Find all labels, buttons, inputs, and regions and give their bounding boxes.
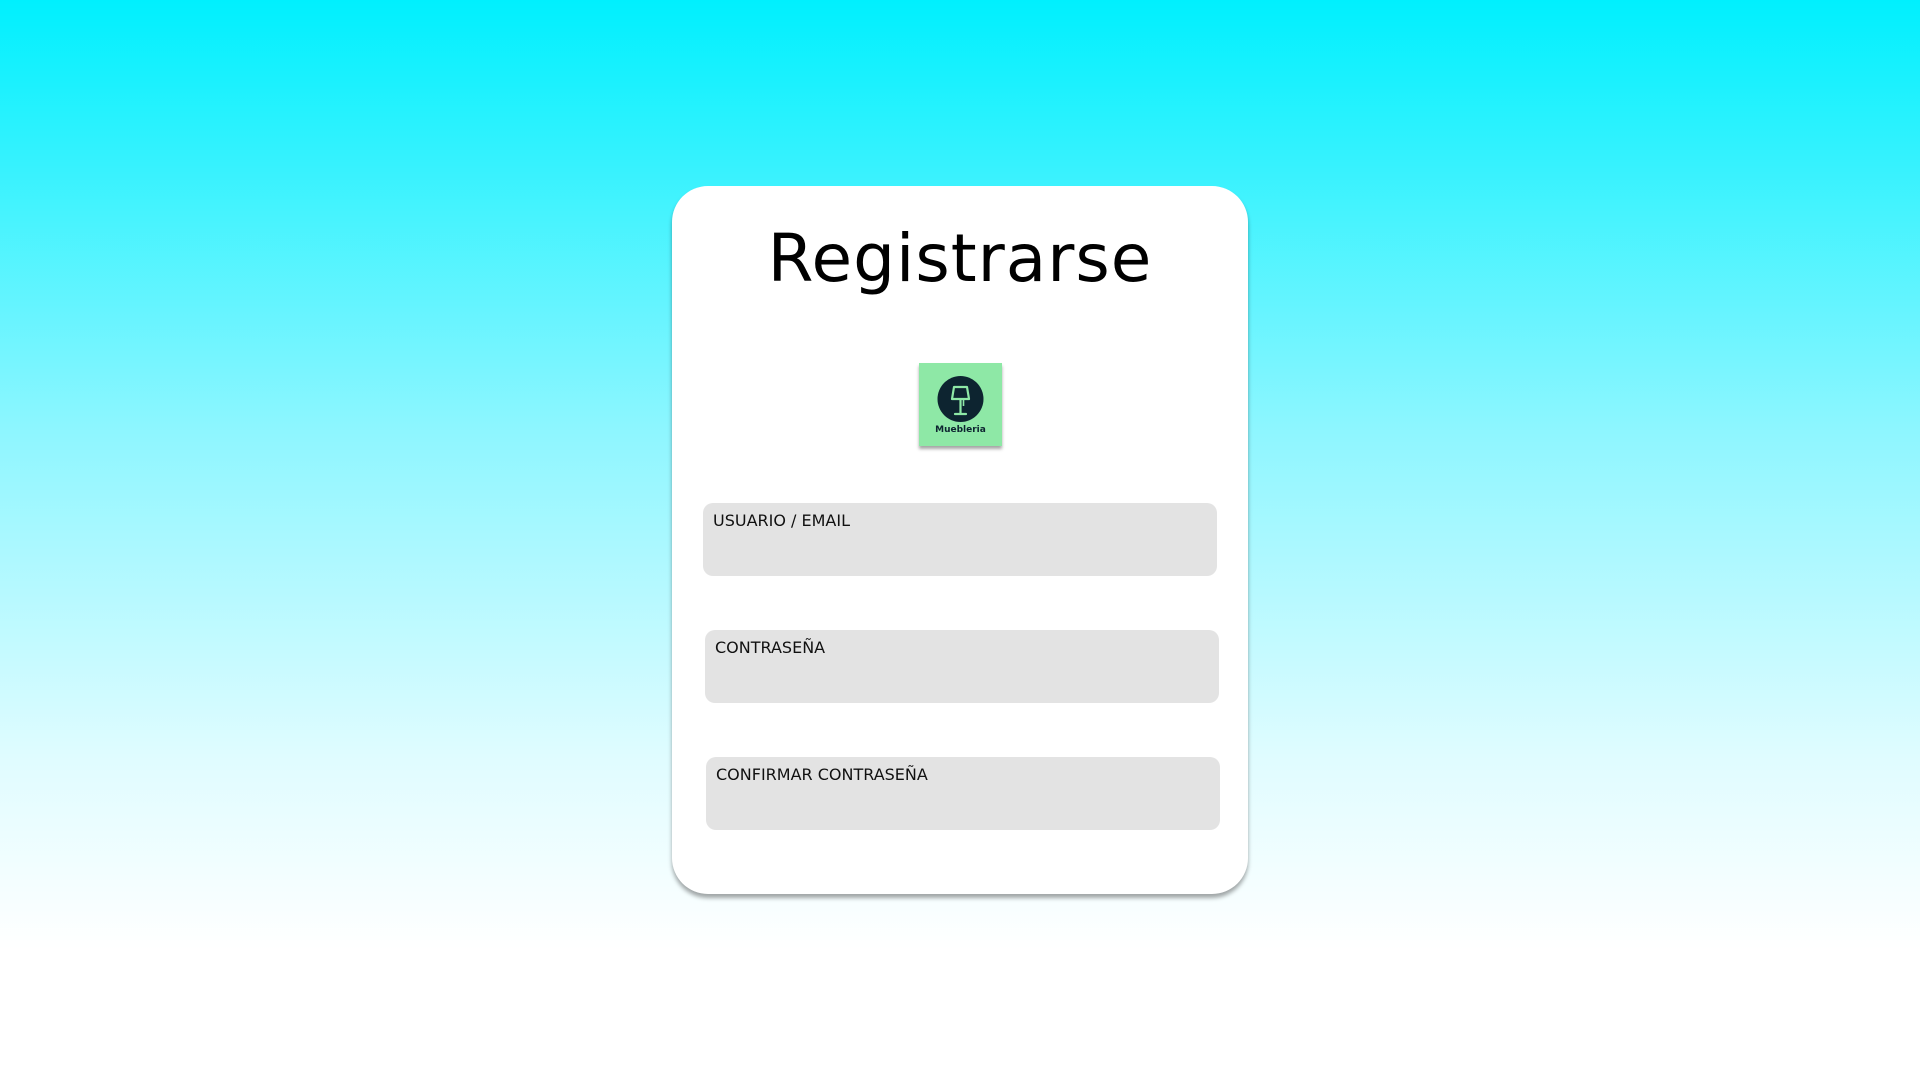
password-label: CONTRASEÑA [715,638,826,657]
register-card: Registrarse Muebleria USUARIO / EMAIL CO… [672,186,1248,894]
confirm-password-input[interactable] [716,791,1210,821]
username-email-field[interactable]: USUARIO / EMAIL [703,503,1217,576]
confirm-password-field[interactable]: CONFIRMAR CONTRASEÑA [706,757,1220,830]
confirm-password-label: CONFIRMAR CONTRASEÑA [716,765,928,784]
page-title: Registrarse [767,220,1153,297]
brand-logo: Muebleria [919,363,1002,446]
username-email-input[interactable] [713,537,1207,567]
username-email-label: USUARIO / EMAIL [713,511,851,530]
password-input[interactable] [715,664,1209,694]
brand-logo-text: Muebleria [935,425,986,435]
password-field[interactable]: CONTRASEÑA [705,630,1219,703]
